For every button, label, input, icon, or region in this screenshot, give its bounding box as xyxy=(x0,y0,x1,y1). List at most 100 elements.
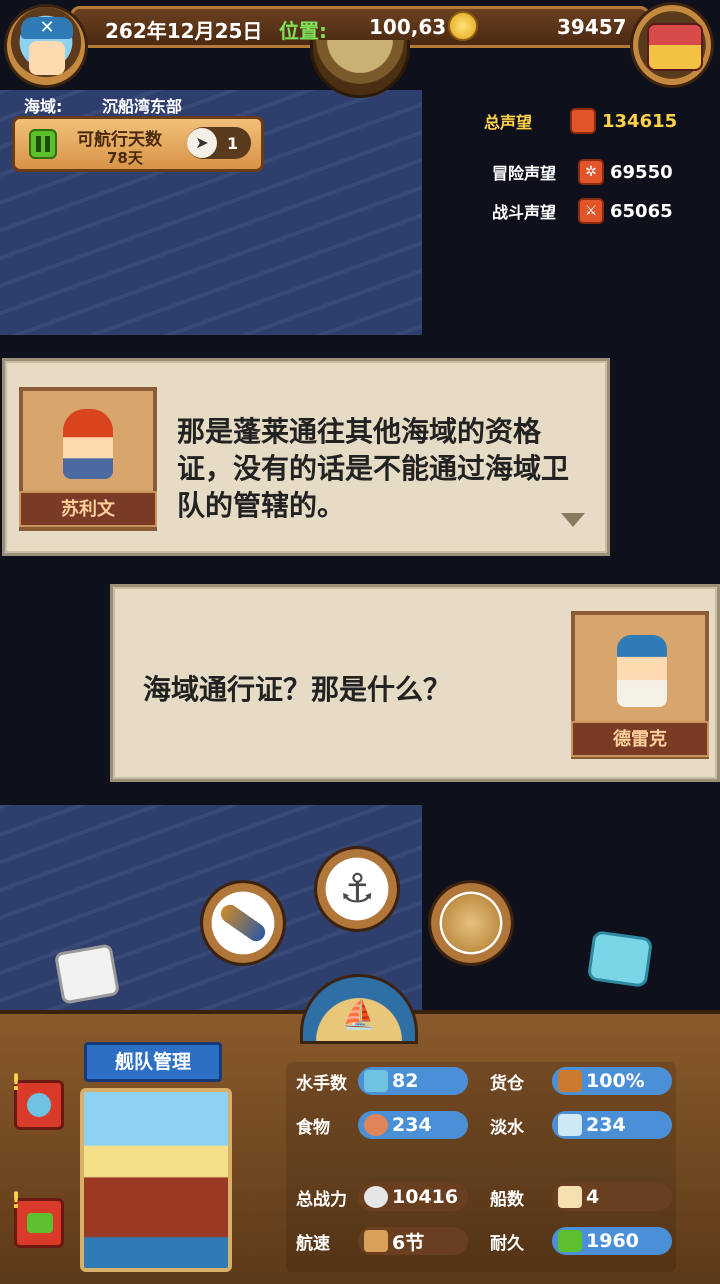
sailor-icon xyxy=(364,1070,388,1092)
stat-label: 总战力 xyxy=(296,1189,347,1210)
stat-value: 10416 xyxy=(392,1186,459,1208)
fleet-title-ribbon: 舰队管理 xyxy=(84,1042,222,1082)
skull-swords-icon xyxy=(364,1186,388,1208)
stat-value: 234 xyxy=(392,1114,432,1136)
pause-button[interactable] xyxy=(29,129,57,159)
stat-ships: 船数 4 xyxy=(490,1180,672,1214)
total-reputation-label: 总声望 xyxy=(484,113,533,132)
adventure-reputation-value: 69550 xyxy=(610,161,673,183)
gold-value: 39457 xyxy=(557,15,627,39)
fleet-stats-grid: 水手数 82 货仓 100% 食物 234 淡水 234 总战力 10416 船… xyxy=(286,1062,676,1272)
stat-label: 淡水 xyxy=(490,1117,524,1138)
region-label: 海域: xyxy=(24,97,63,116)
compass-badge[interactable]: ➤ 1 xyxy=(187,127,251,159)
water-jug-icon xyxy=(558,1114,582,1136)
stat-value-bar: 100% xyxy=(552,1067,672,1095)
stat-sailors: 水手数 82 xyxy=(296,1064,468,1098)
player-avatar[interactable]: ✕ xyxy=(4,4,88,88)
stat-value-bar: 6节 xyxy=(358,1227,468,1255)
stat-value: 6节 xyxy=(392,1231,425,1254)
pause-icon xyxy=(36,136,41,152)
combat-reputation-row: 战斗声望 ⚔ 65065 xyxy=(492,198,673,224)
npc-nameplate: 苏利文 xyxy=(19,491,157,527)
stat-water: 淡水 234 xyxy=(490,1108,672,1142)
treasure-chest-icon xyxy=(647,23,703,71)
stat-cargo: 货仓 100% xyxy=(490,1064,672,1098)
stat-value-bar: 234 xyxy=(552,1111,672,1139)
stat-value-bar: 234 xyxy=(358,1111,468,1139)
cat-mascot-icon[interactable] xyxy=(586,930,654,988)
pirate-bandana-icon: ✕ xyxy=(21,17,73,39)
ship-wheel-icon: ✲ xyxy=(578,159,604,185)
player-dialog-text: 海域通行证？那是什么？ xyxy=(143,673,452,706)
crossed-swords-icon: ⚔ xyxy=(578,198,604,224)
world-map-button[interactable] xyxy=(428,880,514,966)
player-nameplate: 德雷克 xyxy=(571,721,709,757)
sail-days-value: 78天 xyxy=(107,149,143,167)
stat-power: 总战力 10416 xyxy=(296,1180,468,1214)
adventure-reputation-label: 冒险声望 xyxy=(492,164,557,183)
stat-label: 水手数 xyxy=(296,1073,347,1094)
crew-alert-button[interactable]: ! xyxy=(11,1071,64,1130)
stat-speed: 航速 6节 xyxy=(296,1224,468,1258)
player-portrait: 德雷克 xyxy=(571,611,709,759)
npc-dialog-text: 那是蓬莱通往其他海域的资格证，没有的话是不能通过海域卫队的管辖的。 xyxy=(177,415,570,522)
stat-label: 货仓 xyxy=(490,1073,524,1094)
treasure-chest-button[interactable] xyxy=(630,2,714,88)
crate-icon xyxy=(558,1070,582,1092)
exclamation-icon: ! xyxy=(11,1189,22,1214)
stat-label: 船数 xyxy=(490,1189,524,1210)
repair-ship-icon xyxy=(558,1230,582,1252)
stat-value: 234 xyxy=(586,1114,626,1136)
telescope-button[interactable] xyxy=(200,880,286,966)
stat-label: 食物 xyxy=(296,1117,330,1138)
ship-sail-icon xyxy=(558,1186,582,1208)
dialog-box-player[interactable]: 海域通行证？那是什么？ 德雷克 xyxy=(110,584,720,782)
stat-value: 82 xyxy=(392,1070,419,1092)
stat-label: 耐久 xyxy=(490,1233,524,1254)
npc-portrait: 苏利文 xyxy=(19,387,157,531)
green-ship-icon xyxy=(27,1213,53,1233)
total-reputation-value: 134615 xyxy=(602,110,678,132)
ship-alert-button[interactable]: ! xyxy=(11,1189,64,1248)
compass-arrow-icon: ➤ xyxy=(187,128,217,158)
combat-reputation-value: 65065 xyxy=(610,200,673,222)
anchor-button[interactable]: ⚓ xyxy=(314,846,400,932)
npc-character-sprite xyxy=(63,409,113,479)
stat-label: 航速 xyxy=(296,1233,330,1254)
continue-arrow-icon[interactable] xyxy=(561,513,585,527)
adventure-reputation-row: 冒险声望 ✲ 69550 xyxy=(492,159,673,185)
stat-value-bar: 1960 xyxy=(552,1227,672,1255)
player-face xyxy=(29,41,65,75)
anchor-icon: ⚓ xyxy=(339,866,375,912)
stat-value-bar: 10416 xyxy=(358,1183,468,1211)
fleet-title: 舰队管理 xyxy=(114,1051,191,1073)
combat-reputation-label: 战斗声望 xyxy=(492,203,557,222)
white-cube-mascot-icon[interactable] xyxy=(53,943,121,1005)
stat-value-bar: 4 xyxy=(552,1183,672,1211)
reputation-panel: 总声望 134615 冒险声望 ✲ 69550 战斗声望 ⚔ 65065 xyxy=(484,104,720,234)
stat-value: 100% xyxy=(586,1070,645,1092)
stat-value: 1960 xyxy=(586,1230,639,1252)
meat-icon xyxy=(364,1114,388,1136)
dialog-box-npc[interactable]: 苏利文 那是蓬莱通往其他海域的资格证，没有的话是不能通过海域卫队的管辖的。 xyxy=(2,358,610,556)
flagship-image[interactable] xyxy=(80,1088,232,1272)
total-reputation-row: 总声望 134615 xyxy=(484,108,677,134)
region-value: 沉船湾东部 xyxy=(102,97,183,116)
player-character-sprite xyxy=(617,635,667,707)
fleet-panel: ⛵ 舰队管理 ! ! 水手数 82 货仓 100% 食物 234 淡水 234 xyxy=(0,974,720,1284)
stat-durability: 耐久 1960 xyxy=(490,1224,672,1258)
total-reputation-emblem-icon xyxy=(570,108,596,134)
exclamation-icon: ! xyxy=(11,1071,22,1096)
stat-food: 食物 234 xyxy=(296,1108,468,1142)
sail-days-panel: 可航行天数 78天 ➤ 1 xyxy=(12,116,264,172)
stat-value: 4 xyxy=(586,1186,600,1208)
globe-map-icon xyxy=(442,894,500,952)
sailor-icon xyxy=(27,1093,51,1117)
sailboat-icon xyxy=(364,1230,388,1252)
telescope-icon xyxy=(217,901,269,945)
date-label: 262年12月25日 xyxy=(105,19,263,43)
position-value: 100,63 xyxy=(369,15,447,39)
gold-coin-icon xyxy=(448,11,478,41)
stat-value-bar: 82 xyxy=(358,1067,468,1095)
